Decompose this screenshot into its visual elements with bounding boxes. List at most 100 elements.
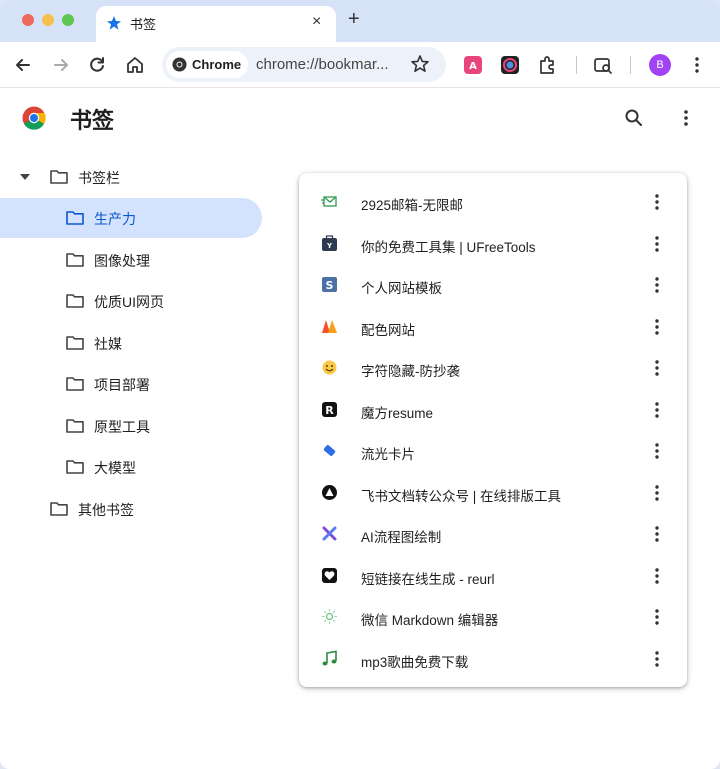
- bookmark-item[interactable]: Y 你的免费工具集 | UFreeTools: [299, 223, 687, 265]
- folder-deployment[interactable]: 项目部署: [0, 364, 262, 404]
- bookmark-title: 魔方resume: [361, 405, 434, 421]
- forward-icon[interactable]: [50, 54, 72, 76]
- folder-icon: [50, 170, 68, 184]
- svg-text:R: R: [325, 404, 334, 417]
- more-options-icon[interactable]: [649, 524, 665, 544]
- bookmark-item[interactable]: 飞书文档转公众号 | 在线排版工具: [299, 472, 687, 514]
- folder-icon: [66, 460, 84, 474]
- bookmark-title: 短链接在线生成 - reurl: [361, 571, 495, 587]
- toolbar-divider: [630, 56, 631, 74]
- folder-label: 书签栏: [78, 170, 120, 186]
- toolbar: Chrome chrome://bookmar... A B: [0, 42, 720, 88]
- tab-title: 书签: [130, 17, 157, 32]
- browser-window: 书签 × + Chrome chrome://bookmar... A B 书签…: [0, 0, 720, 769]
- bookmark-item[interactable]: 2925邮箱-无限邮: [299, 181, 687, 223]
- reload-icon[interactable]: [86, 54, 108, 76]
- palette-logo-icon: [322, 319, 337, 333]
- bookmark-list: 2925邮箱-无限邮 Y 你的免费工具集 | UFreeTools S 个人网站…: [299, 173, 687, 687]
- bookmark-title: 飞书文档转公众号 | 在线排版工具: [361, 488, 562, 504]
- more-options-icon[interactable]: [649, 566, 665, 586]
- flow-logo-icon: [322, 526, 337, 541]
- more-options-icon[interactable]: [649, 400, 665, 420]
- chrome-icon: [172, 57, 187, 72]
- more-options-icon[interactable]: [676, 108, 696, 128]
- folder-other-bookmarks[interactable]: 其他书签: [0, 489, 262, 529]
- s-logo-icon: S: [322, 277, 337, 292]
- more-options-icon[interactable]: [649, 192, 665, 212]
- more-options-icon[interactable]: [649, 317, 665, 337]
- more-options-icon[interactable]: [649, 275, 665, 295]
- chrome-logo-icon: [22, 106, 46, 130]
- folder-quality-ui[interactable]: 优质UI网页: [0, 281, 262, 321]
- new-tab-button[interactable]: +: [348, 9, 360, 29]
- browser-menu-icon[interactable]: [686, 54, 708, 76]
- bookmark-title: 个人网站模板: [361, 281, 442, 296]
- bookmark-item[interactable]: R 魔方resume: [299, 389, 687, 431]
- more-options-icon[interactable]: [649, 649, 665, 669]
- bookmark-item[interactable]: AI流程图绘制: [299, 513, 687, 555]
- more-options-icon[interactable]: [649, 234, 665, 254]
- folder-label: 其他书签: [78, 502, 134, 518]
- site-info-chip[interactable]: Chrome: [166, 51, 248, 78]
- folder-icon: [66, 294, 84, 308]
- more-options-icon[interactable]: [649, 358, 665, 378]
- folder-label: 项目部署: [94, 377, 150, 393]
- bookmark-item[interactable]: 微信 Markdown 编辑器: [299, 596, 687, 638]
- bookmark-item[interactable]: 短链接在线生成 - reurl: [299, 555, 687, 597]
- bookmark-item[interactable]: 流光卡片: [299, 430, 687, 472]
- mail-icon: [321, 196, 337, 207]
- close-window-button[interactable]: [22, 14, 34, 26]
- svg-text:A: A: [469, 61, 477, 72]
- bookmark-title: mp3歌曲免费下载: [361, 654, 469, 670]
- bookmark-title: AI流程图绘制: [361, 530, 442, 545]
- folder-prototype-tools[interactable]: 原型工具: [0, 406, 262, 446]
- bookmark-item[interactable]: 配色网站: [299, 306, 687, 348]
- bookmark-item[interactable]: 字符隐藏-防抄袭: [299, 347, 687, 389]
- music-note-icon: [322, 650, 337, 665]
- tab-search-icon[interactable]: [592, 54, 614, 76]
- more-options-icon[interactable]: [649, 607, 665, 627]
- svg-text:S: S: [326, 279, 334, 292]
- folder-label: 图像处理: [94, 253, 150, 269]
- bookmark-item[interactable]: mp3歌曲免费下载: [299, 638, 687, 680]
- url-text[interactable]: chrome://bookmar...: [256, 56, 389, 73]
- folder-productivity[interactable]: 生产力: [0, 198, 262, 238]
- folder-social-media[interactable]: 社媒: [0, 323, 262, 363]
- expand-caret-icon[interactable]: [20, 174, 30, 180]
- folder-large-models[interactable]: 大模型: [0, 447, 262, 487]
- tab-close-button[interactable]: ×: [312, 13, 321, 31]
- extensions-puzzle-icon[interactable]: [536, 54, 558, 76]
- tab-bookmarks[interactable]: 书签 ×: [96, 6, 336, 42]
- bookmark-item[interactable]: S 个人网站模板: [299, 264, 687, 306]
- profile-avatar[interactable]: B: [649, 54, 671, 76]
- chip-label: Chrome: [192, 57, 242, 72]
- bookmark-title: 你的免费工具集 | UFreeTools: [361, 239, 536, 255]
- omnibox[interactable]: Chrome chrome://bookmar...: [162, 47, 446, 82]
- zoom-window-button[interactable]: [62, 14, 74, 26]
- back-icon[interactable]: [12, 54, 34, 76]
- bookmark-title: 微信 Markdown 编辑器: [361, 613, 499, 628]
- folder-label: 优质UI网页: [94, 294, 164, 310]
- smiley-icon: [322, 360, 337, 375]
- color-picker-extension-icon[interactable]: [499, 54, 521, 76]
- sun-logo-icon: [322, 609, 337, 624]
- bookmarks-page: 书签 书签栏 生产力 图像处理 优质UI网页 社媒 项目部署 原型工具 大模型 …: [0, 89, 720, 769]
- bookmark-title: 配色网站: [361, 322, 415, 338]
- more-options-icon[interactable]: [649, 441, 665, 461]
- r-logo-icon: R: [322, 401, 337, 417]
- folder-label: 大模型: [94, 460, 136, 476]
- folder-image-processing[interactable]: 图像处理: [0, 240, 262, 280]
- bookmark-star-icon[interactable]: [410, 54, 430, 74]
- folder-icon: [66, 336, 84, 350]
- minimize-window-button[interactable]: [42, 14, 54, 26]
- folder-icon: [66, 253, 84, 267]
- folder-icon: [50, 502, 68, 516]
- bookmark-title: 字符隐藏-防抄袭: [361, 364, 460, 379]
- toolbox-icon: Y: [322, 234, 337, 251]
- heart-logo-icon: [322, 567, 337, 583]
- folder-bookmarks-bar[interactable]: 书签栏: [0, 157, 262, 197]
- search-icon[interactable]: [624, 108, 644, 128]
- translate-extension-icon[interactable]: A: [462, 54, 484, 76]
- more-options-icon[interactable]: [649, 483, 665, 503]
- home-icon[interactable]: [124, 54, 146, 76]
